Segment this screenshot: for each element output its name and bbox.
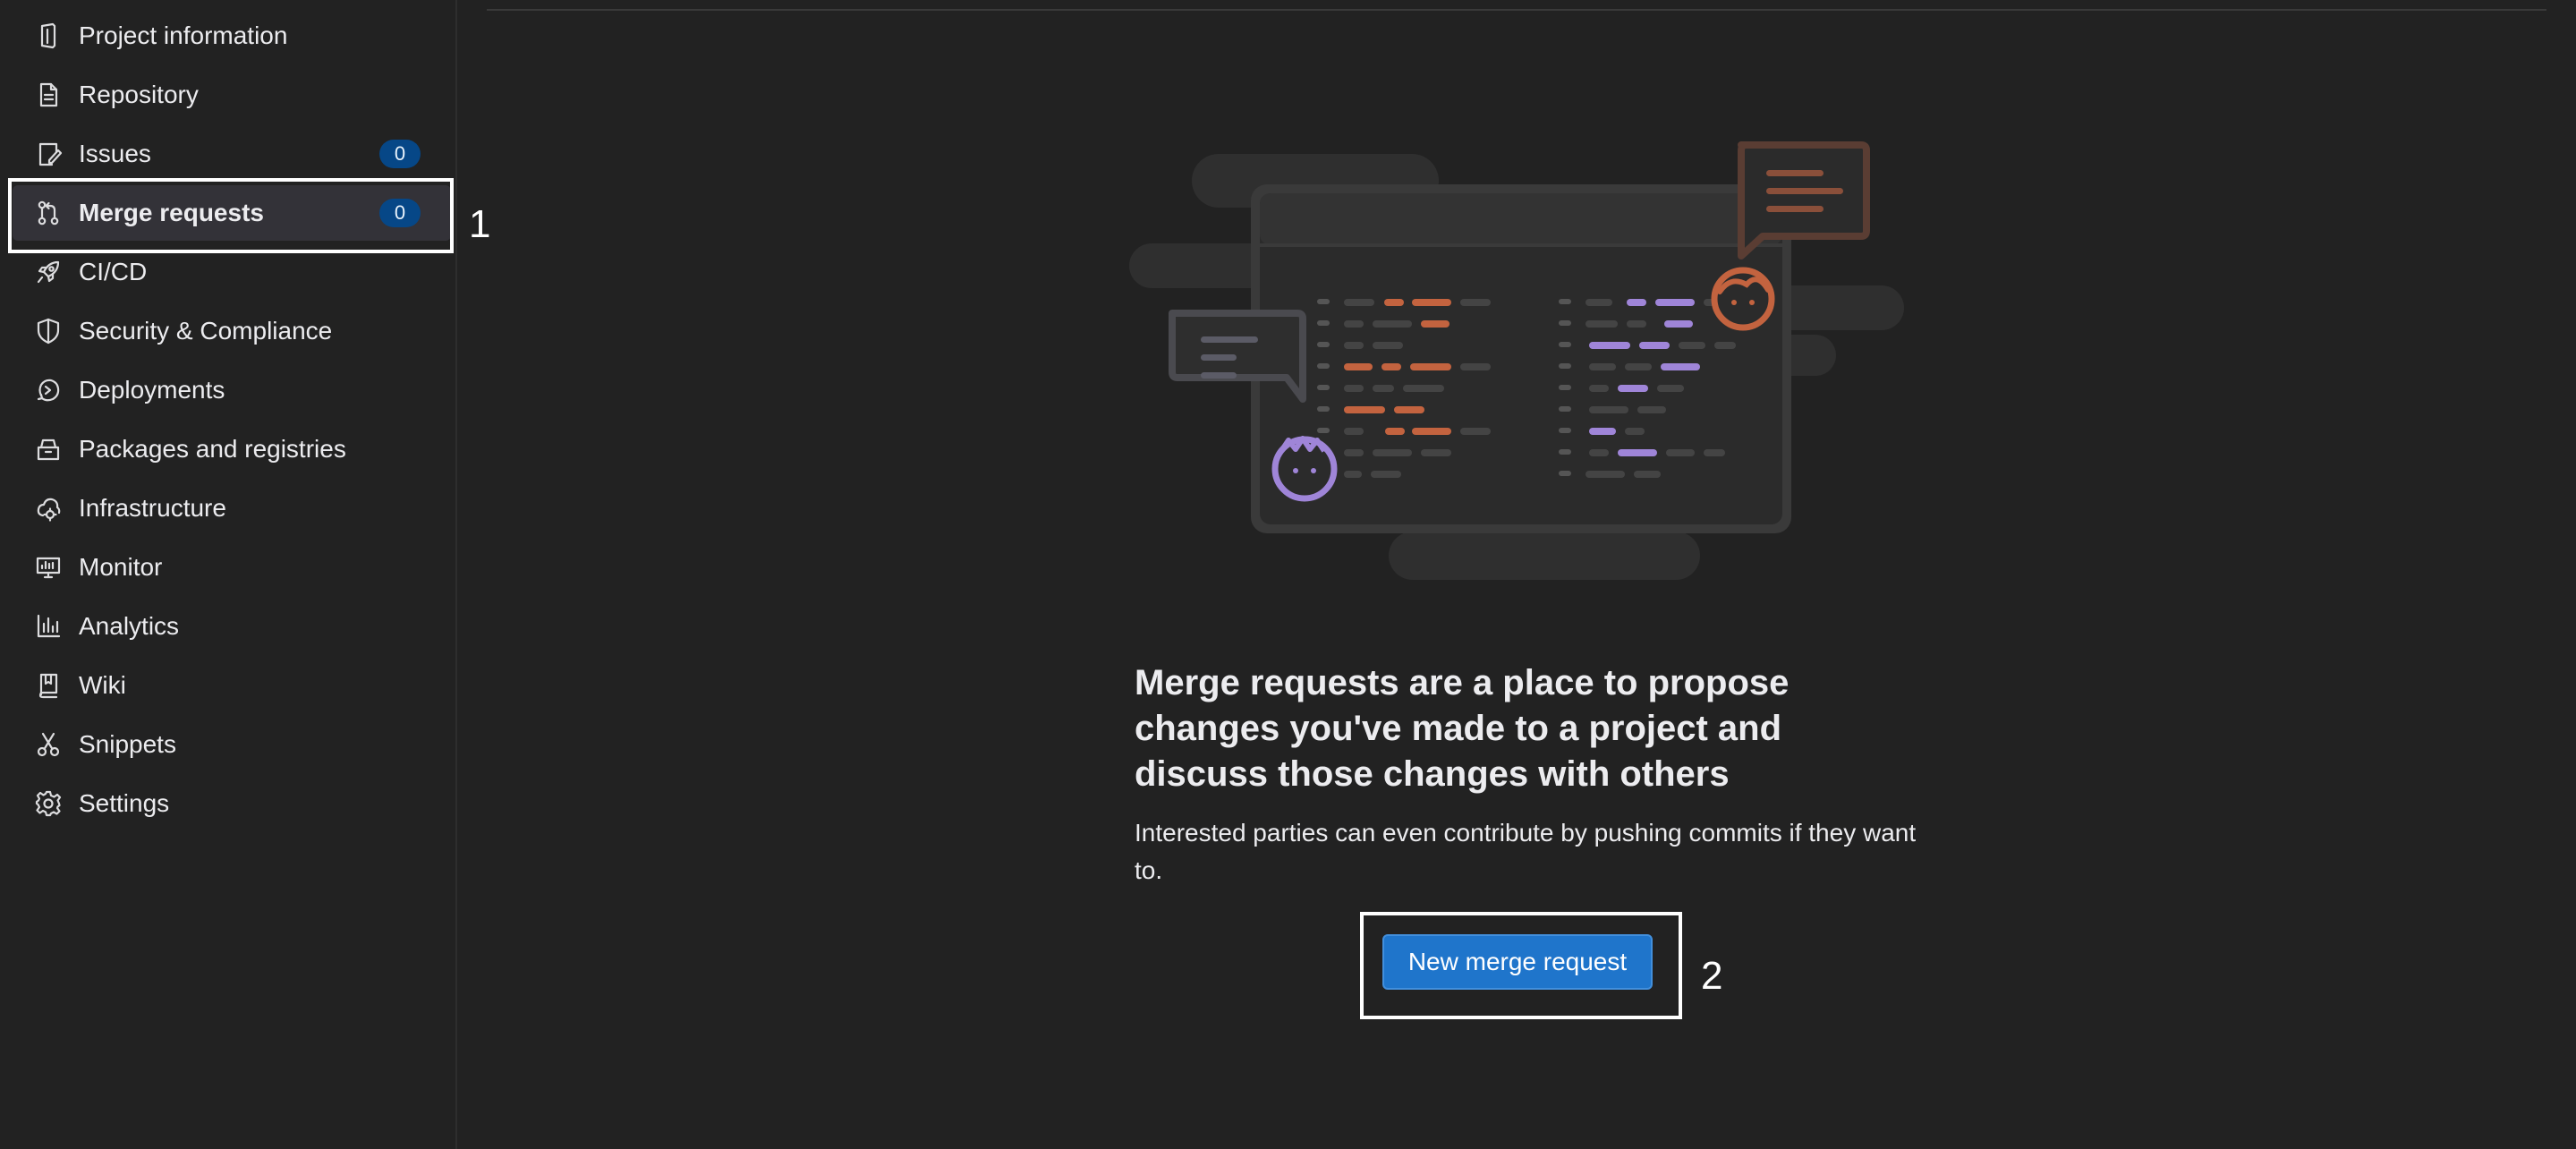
sidebar-item-label: Issues: [79, 140, 151, 167]
sidebar-item-label: Project information: [79, 21, 288, 49]
sidebar-item-wiki[interactable]: Wiki: [13, 658, 451, 713]
sidebar-item-label: Repository: [79, 81, 199, 108]
sidebar-item-label: Security & Compliance: [79, 317, 333, 345]
annotation-number-1: 1: [469, 202, 491, 246]
sidebar-item-security-compliance[interactable]: Security & Compliance: [13, 303, 451, 359]
issues-count-badge: 0: [379, 140, 421, 168]
sidebar-item-snippets[interactable]: Snippets: [13, 717, 451, 772]
sidebar-item-repository[interactable]: Repository: [13, 67, 451, 123]
sidebar-item-label: Wiki: [79, 671, 126, 699]
sidebar-item-label: CI/CD: [79, 258, 148, 285]
sidebar-item-deployments[interactable]: Deployments: [13, 362, 451, 418]
header-divider: [487, 9, 2546, 11]
annotation-number-2: 2: [1701, 954, 1723, 998]
rocket-icon: [34, 258, 63, 286]
monitor-icon: [34, 553, 63, 582]
empty-state-title: Merge requests are a place to propose ch…: [1135, 663, 1790, 794]
sidebar-item-settings[interactable]: Settings: [13, 776, 451, 831]
highlight-box-merge-requests: [8, 178, 454, 253]
project-icon: [34, 21, 63, 50]
sidebar-item-infrastructure[interactable]: Infrastructure: [13, 481, 451, 536]
sidebar-item-label: Monitor: [79, 553, 163, 581]
shield-icon: [34, 317, 63, 345]
chart-icon: [34, 612, 63, 641]
merge-requests-empty-illustration: [1129, 141, 1904, 580]
page: Project information Repository Issues 0 …: [0, 0, 2576, 1149]
sidebar-item-label: Infrastructure: [79, 494, 226, 522]
empty-state-description: Interested parties can even contribute b…: [1135, 819, 1917, 884]
issues-icon: [34, 140, 63, 168]
sidebar-item-label: Settings: [79, 789, 170, 817]
cloud-gear-icon: [34, 494, 63, 523]
sidebar-item-analytics[interactable]: Analytics: [13, 599, 451, 654]
sidebar-item-label: Snippets: [79, 730, 176, 758]
sidebar-item-label: Packages and registries: [79, 435, 346, 463]
sidebar-item-issues[interactable]: Issues 0: [13, 126, 451, 182]
sidebar-item-label: Analytics: [79, 612, 180, 640]
new-merge-request-button[interactable]: New merge request: [1382, 934, 1653, 990]
project-sidebar: Project information Repository Issues 0 …: [0, 0, 457, 1149]
sidebar-item-monitor[interactable]: Monitor: [13, 540, 451, 595]
doc-icon: [34, 81, 63, 109]
sidebar-item-label: Deployments: [79, 376, 225, 404]
gear-icon: [34, 789, 63, 818]
deployments-icon: [34, 376, 63, 404]
sidebar-item-packages-registries[interactable]: Packages and registries: [13, 421, 451, 477]
book-icon: [34, 671, 63, 700]
package-icon: [34, 435, 63, 464]
sidebar-item-project-information[interactable]: Project information: [13, 8, 451, 64]
scissors-icon: [34, 730, 63, 759]
